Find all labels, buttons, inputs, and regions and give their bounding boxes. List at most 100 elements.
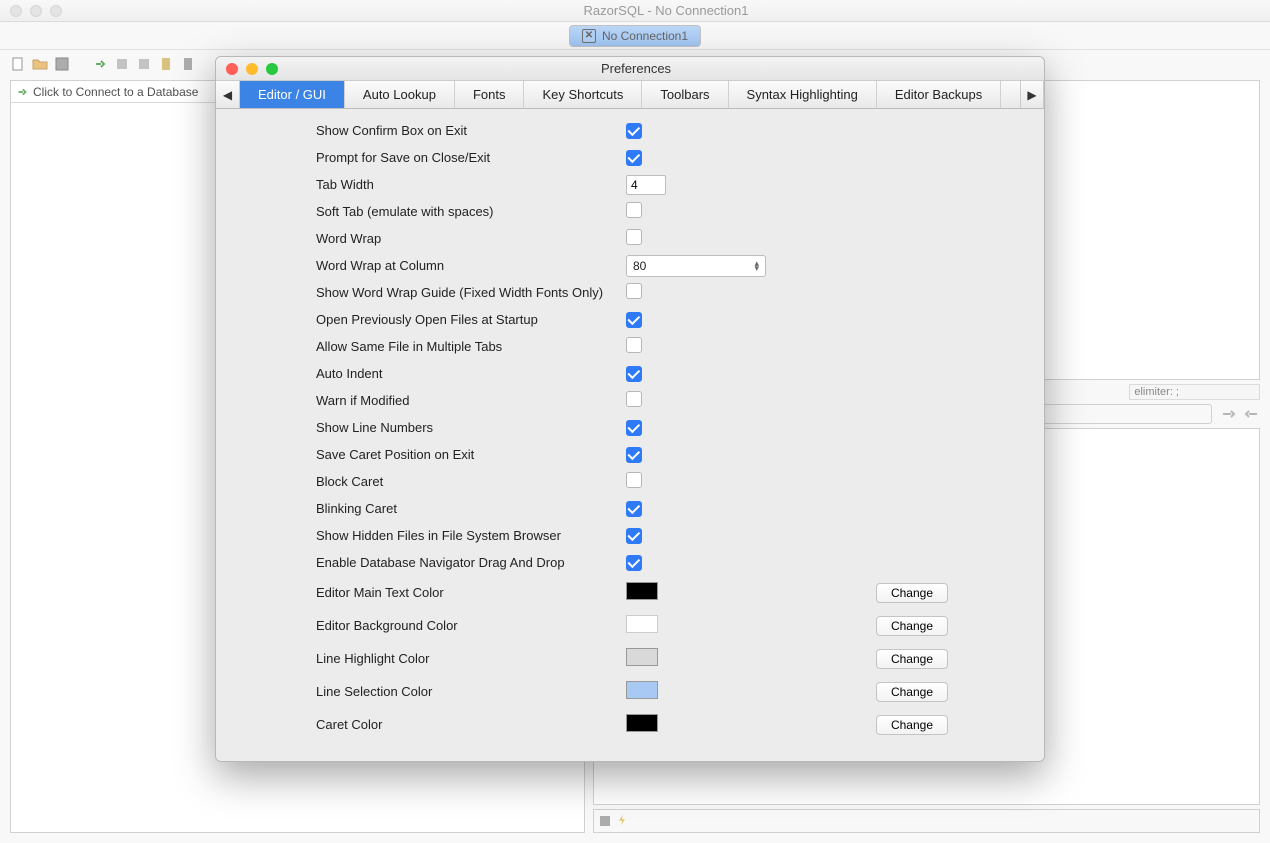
- tab-toolbars[interactable]: Toolbars: [642, 81, 728, 108]
- tabs-scroll-right[interactable]: ▶: [1020, 81, 1044, 108]
- tabs-scroll-left[interactable]: ◀: [216, 81, 240, 108]
- pref-row: Blinking Caret: [226, 495, 1018, 522]
- pref-label: Show Hidden Files in File System Browser: [316, 528, 626, 543]
- checkbox-show-word-wrap-guide-fixed-width-fonts-only-[interactable]: [626, 283, 642, 299]
- connection-tab-label: No Connection1: [602, 29, 688, 43]
- close-tab-icon[interactable]: ✕: [582, 29, 596, 43]
- pref-label: Editor Background Color: [316, 618, 626, 633]
- pref-row: Show Confirm Box on Exit: [226, 117, 1018, 144]
- checkbox-soft-tab-emulate-with-spaces-[interactable]: [626, 202, 642, 218]
- pref-label: Editor Main Text Color: [316, 585, 626, 600]
- pref-label: Allow Same File in Multiple Tabs: [316, 339, 626, 354]
- pref-row: Warn if Modified: [226, 387, 1018, 414]
- arrow-right-icon[interactable]: [1220, 406, 1236, 422]
- connection-tabs-bar: ✕ No Connection1: [0, 22, 1270, 50]
- change-button-editor-main-text-color[interactable]: Change: [876, 583, 948, 603]
- change-button-line-selection-color[interactable]: Change: [876, 682, 948, 702]
- preferences-titlebar: Preferences: [216, 57, 1044, 81]
- checkbox-prompt-for-save-on-close-exit[interactable]: [626, 150, 642, 166]
- pref-label: Auto Indent: [316, 366, 626, 381]
- pref-row: Soft Tab (emulate with spaces): [226, 198, 1018, 225]
- pref-label: Warn if Modified: [316, 393, 626, 408]
- pref-label: Line Highlight Color: [316, 651, 626, 666]
- pref-row: Open Previously Open Files at Startup: [226, 306, 1018, 333]
- checkbox-show-hidden-files-in-file-system-browser[interactable]: [626, 528, 642, 544]
- pref-row: Block Caret: [226, 468, 1018, 495]
- pref-row: Editor Background Color Change: [226, 609, 1018, 642]
- status-sq-icon: [600, 816, 610, 826]
- pref-row: Caret Color Change: [226, 708, 1018, 741]
- input-tab-width[interactable]: [626, 175, 666, 195]
- pref-label: Caret Color: [316, 717, 626, 732]
- main-title: RazorSQL - No Connection1: [62, 3, 1270, 18]
- pref-row: Enable Database Navigator Drag And Drop: [226, 549, 1018, 576]
- color-swatch-line-selection-color: [626, 681, 658, 699]
- checkbox-word-wrap[interactable]: [626, 229, 642, 245]
- change-button-editor-background-color[interactable]: Change: [876, 616, 948, 636]
- save-icon[interactable]: [54, 56, 70, 72]
- tool-icon[interactable]: [158, 56, 174, 72]
- new-file-icon[interactable]: [10, 56, 26, 72]
- checkbox-enable-database-navigator-drag-and-drop[interactable]: [626, 555, 642, 571]
- connect-prompt-label: Click to Connect to a Database: [33, 85, 198, 99]
- arrow-left-icon[interactable]: [1244, 406, 1260, 422]
- preferences-scroll[interactable]: Show Confirm Box on Exit Prompt for Save …: [226, 117, 1018, 759]
- pref-label: Enable Database Navigator Drag And Drop: [316, 555, 626, 570]
- checkbox-show-confirm-box-on-exit[interactable]: [626, 123, 642, 139]
- checkbox-blinking-caret[interactable]: [626, 501, 642, 517]
- tab-auto-lookup[interactable]: Auto Lookup: [345, 81, 455, 108]
- checkbox-allow-same-file-in-multiple-tabs[interactable]: [626, 337, 642, 353]
- tab-fonts[interactable]: Fonts: [455, 81, 525, 108]
- tab-editor-gui[interactable]: Editor / GUI: [240, 81, 345, 108]
- zoom-icon[interactable]: [50, 5, 62, 17]
- preferences-tabs: ◀ Editor / GUIAuto LookupFontsKey Shortc…: [216, 81, 1044, 109]
- color-swatch-editor-main-text-color: [626, 582, 658, 600]
- main-traffic-lights: [0, 5, 62, 17]
- preferences-body: Show Confirm Box on Exit Prompt for Save …: [216, 109, 1044, 761]
- checkbox-auto-indent[interactable]: [626, 366, 642, 382]
- pref-label: Show Word Wrap Guide (Fixed Width Fonts …: [316, 285, 626, 300]
- tab-key-shortcuts[interactable]: Key Shortcuts: [524, 81, 642, 108]
- status-bolt-icon[interactable]: [616, 814, 628, 829]
- checkbox-show-line-numbers[interactable]: [626, 420, 642, 436]
- pref-row: Prompt for Save on Close/Exit: [226, 144, 1018, 171]
- pref-row: Save Caret Position on Exit: [226, 441, 1018, 468]
- tab-editor-backups[interactable]: Editor Backups: [877, 81, 1001, 108]
- pref-label: Blinking Caret: [316, 501, 626, 516]
- pref-row: Word Wrap: [226, 225, 1018, 252]
- pref-label: Open Previously Open Files at Startup: [316, 312, 626, 327]
- pref-label: Show Line Numbers: [316, 420, 626, 435]
- tool2-icon[interactable]: [180, 56, 196, 72]
- checkbox-save-caret-position-on-exit[interactable]: [626, 447, 642, 463]
- connect-icon[interactable]: [92, 56, 108, 72]
- checkbox-block-caret[interactable]: [626, 472, 642, 488]
- pref-row: Line Selection Color Change: [226, 675, 1018, 708]
- checkbox-warn-if-modified[interactable]: [626, 391, 642, 407]
- tab-syntax-highlighting[interactable]: Syntax Highlighting: [729, 81, 877, 108]
- pref-row: Show Line Numbers: [226, 414, 1018, 441]
- pref-row: Show Hidden Files in File System Browser: [226, 522, 1018, 549]
- minimize-icon[interactable]: [30, 5, 42, 17]
- db-icon[interactable]: [136, 56, 152, 72]
- pref-label: Block Caret: [316, 474, 626, 489]
- color-swatch-caret-color: [626, 714, 658, 732]
- pref-label: Word Wrap at Column: [316, 258, 626, 273]
- pref-label: Prompt for Save on Close/Exit: [316, 150, 626, 165]
- color-swatch-line-highlight-color: [626, 648, 658, 666]
- pref-row: Word Wrap at Column80▴▾: [226, 252, 1018, 279]
- combo-word-wrap-at-column[interactable]: 80▴▾: [626, 255, 766, 277]
- status-bar: [593, 809, 1260, 833]
- delimiter-label: elimiter: ;: [1129, 384, 1260, 400]
- pref-row: Auto Indent: [226, 360, 1018, 387]
- checkbox-open-previously-open-files-at-startup[interactable]: [626, 312, 642, 328]
- open-folder-icon[interactable]: [32, 56, 48, 72]
- change-button-caret-color[interactable]: Change: [876, 715, 948, 735]
- change-button-line-highlight-color[interactable]: Change: [876, 649, 948, 669]
- pref-label: Word Wrap: [316, 231, 626, 246]
- connection-tab[interactable]: ✕ No Connection1: [569, 25, 701, 47]
- pref-row: Tab Width: [226, 171, 1018, 198]
- disconnect-icon[interactable]: [114, 56, 130, 72]
- pref-label: Line Selection Color: [316, 684, 626, 699]
- preferences-window: Preferences ◀ Editor / GUIAuto LookupFon…: [215, 56, 1045, 762]
- close-icon[interactable]: [10, 5, 22, 17]
